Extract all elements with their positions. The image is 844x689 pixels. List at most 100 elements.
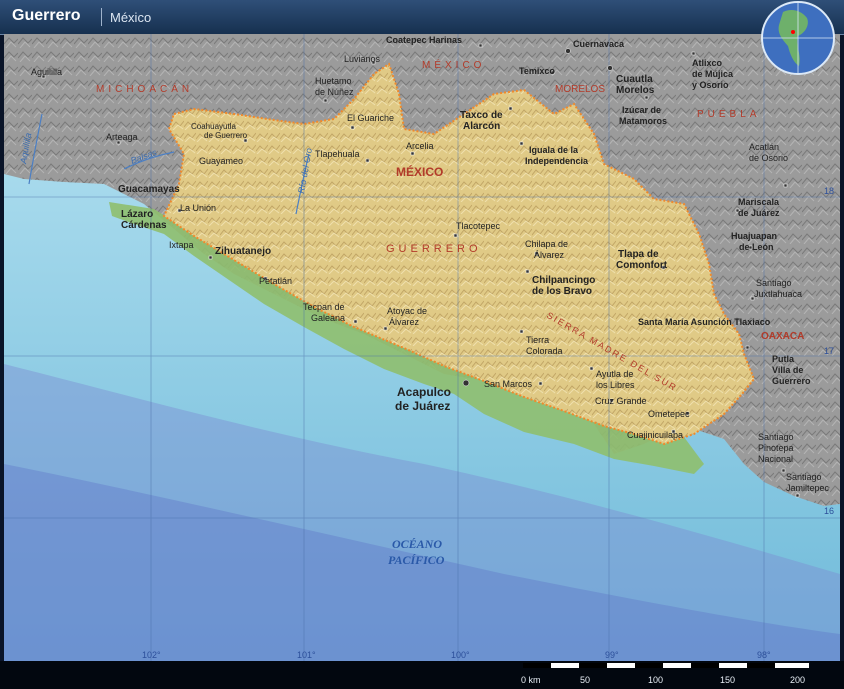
city-label: Alarcón [463,121,500,132]
city-label: Cuautla [616,74,653,85]
ocean-label-line1: OCÉANO [392,537,442,551]
longitude-label: 100° [451,650,470,660]
title-divider [101,8,102,26]
scale-tick: 50 [580,675,591,685]
city-label: La Unión [180,203,216,213]
scale-tick: 150 [720,675,736,685]
city-label: Zihuatanejo [215,246,271,257]
city-label: Guacamayas [118,184,180,195]
city-label: Álvarez [534,250,565,260]
city-label: Iguala de la [529,145,579,155]
scale-tick: 0 km [521,675,541,685]
city-label: Chilapa de [525,239,568,249]
scale-graphic [523,663,809,668]
city-label: de Núñez [315,87,354,97]
city-label: Álvarez [389,317,420,327]
scale-bar [0,661,844,689]
city-label: de Juárez [395,399,450,413]
scale-tick: 100 [648,675,664,685]
longitude-label: 99° [605,650,619,660]
ocean-label-line2: PACÍFICO [388,553,445,567]
city-label: Luvianos [344,54,381,64]
region-label-michoacan: MICHOACÁN [96,82,193,95]
city-label: Cuajinicuilapa [627,430,683,440]
city-label: Independencia [525,156,589,166]
latitude-label: 17 [824,346,834,356]
city-label: Galeana [311,313,345,323]
city-label: Huajuapan [731,231,777,241]
city-label: Pinotepa [758,443,794,453]
city-label: Tlapehuala [315,149,360,159]
city-label: Cuernavaca [573,39,625,49]
city-label: Acapulco [397,385,451,399]
city-label: Taxco de [460,110,503,121]
city-label: Chilpancingo [532,275,595,286]
city-label: Atlixco [692,58,723,68]
scale-tick: 200 [790,675,806,685]
region-label-oaxaca: OAXACA [761,331,804,342]
country-label-mexico: MÉXICO [396,164,443,179]
region-label-puebla: PUEBLA [697,109,760,120]
city-label: Ayutla de [596,369,633,379]
city-label: Matamoros [619,116,667,126]
city-label: Mariscala [738,197,780,207]
city-label: El Guariche [347,113,394,123]
longitude-label: 102° [142,650,161,660]
city-label: Santiago [786,472,822,482]
city-label: Huetamo [315,76,352,86]
city-label: Santiago [756,278,792,288]
city-label: Guerrero [772,376,811,386]
city-label: Santa María Asunción Tlaxiaco [638,317,771,327]
city-label: Aguililla [31,67,62,77]
city-label: Juxtlahuaca [754,289,802,299]
city-label: Izúcar de [622,105,661,115]
city-label: Guayameo [199,156,243,166]
city-label: Temixco [519,66,555,76]
city-label: Morelos [616,85,655,96]
map-viewer: Guerrero México MICHOACÁN MÉXICO MORELOS… [0,0,844,689]
city-label: Ixtapa [169,240,194,250]
city-label: Cruz Grande [595,396,647,406]
latitude-label: 16 [824,506,834,516]
city-label: de Guerrero [204,131,248,140]
city-label: Putla [772,354,795,364]
page-title: Guerrero [12,7,81,24]
city-label: Tierra [526,335,549,345]
region-label-mexico-state: MÉXICO [422,58,485,71]
latitude-label: 18 [824,186,834,196]
city-label: San Marcos [484,379,533,389]
region-label-guerrero: GUERRERO [386,243,482,255]
region-label-morelos: MORELOS [555,84,605,95]
city-label: Comonfort [616,260,668,271]
city-label: Villa de [772,365,803,375]
city-label: Cárdenas [121,220,167,231]
city-label: Tecpan de [303,302,345,312]
longitude-label: 98° [757,650,771,660]
city-label: de Mújica [692,69,734,79]
city-label: de Juárez [738,208,780,218]
city-label: Coatepec Harinas [386,35,462,45]
city-label: Petatlán [259,276,292,286]
city-label: los Libres [596,380,635,390]
city-label: Lázaro [121,209,153,220]
city-label: Tlapa de [618,249,659,260]
city-label: Arcelia [406,141,434,151]
city-label: Coahuayutla [191,122,236,131]
city-label: Ometepec [648,409,690,419]
city-label: de Osorio [749,153,788,163]
city-label: Tlacotepec [456,221,501,231]
city-label: de los Bravo [532,286,592,297]
city-label: Atoyac de [387,306,427,316]
city-label: Jamiltepec [786,483,830,493]
city-label: y Osorio [692,80,729,90]
map-canvas[interactable]: MICHOACÁN MÉXICO MORELOS PUEBLA OAXACA M… [4,34,840,661]
longitude-label: 101° [297,650,316,660]
title-bar: Guerrero México [0,0,844,35]
city-label: Acatlán [749,142,779,152]
locator-globe [761,1,835,75]
city-label: Arteaga [106,132,138,142]
city-label: Santiago [758,432,794,442]
city-label: Nacional [758,454,793,464]
page-subtitle: México [110,10,152,25]
city-label: Colorada [526,346,563,356]
